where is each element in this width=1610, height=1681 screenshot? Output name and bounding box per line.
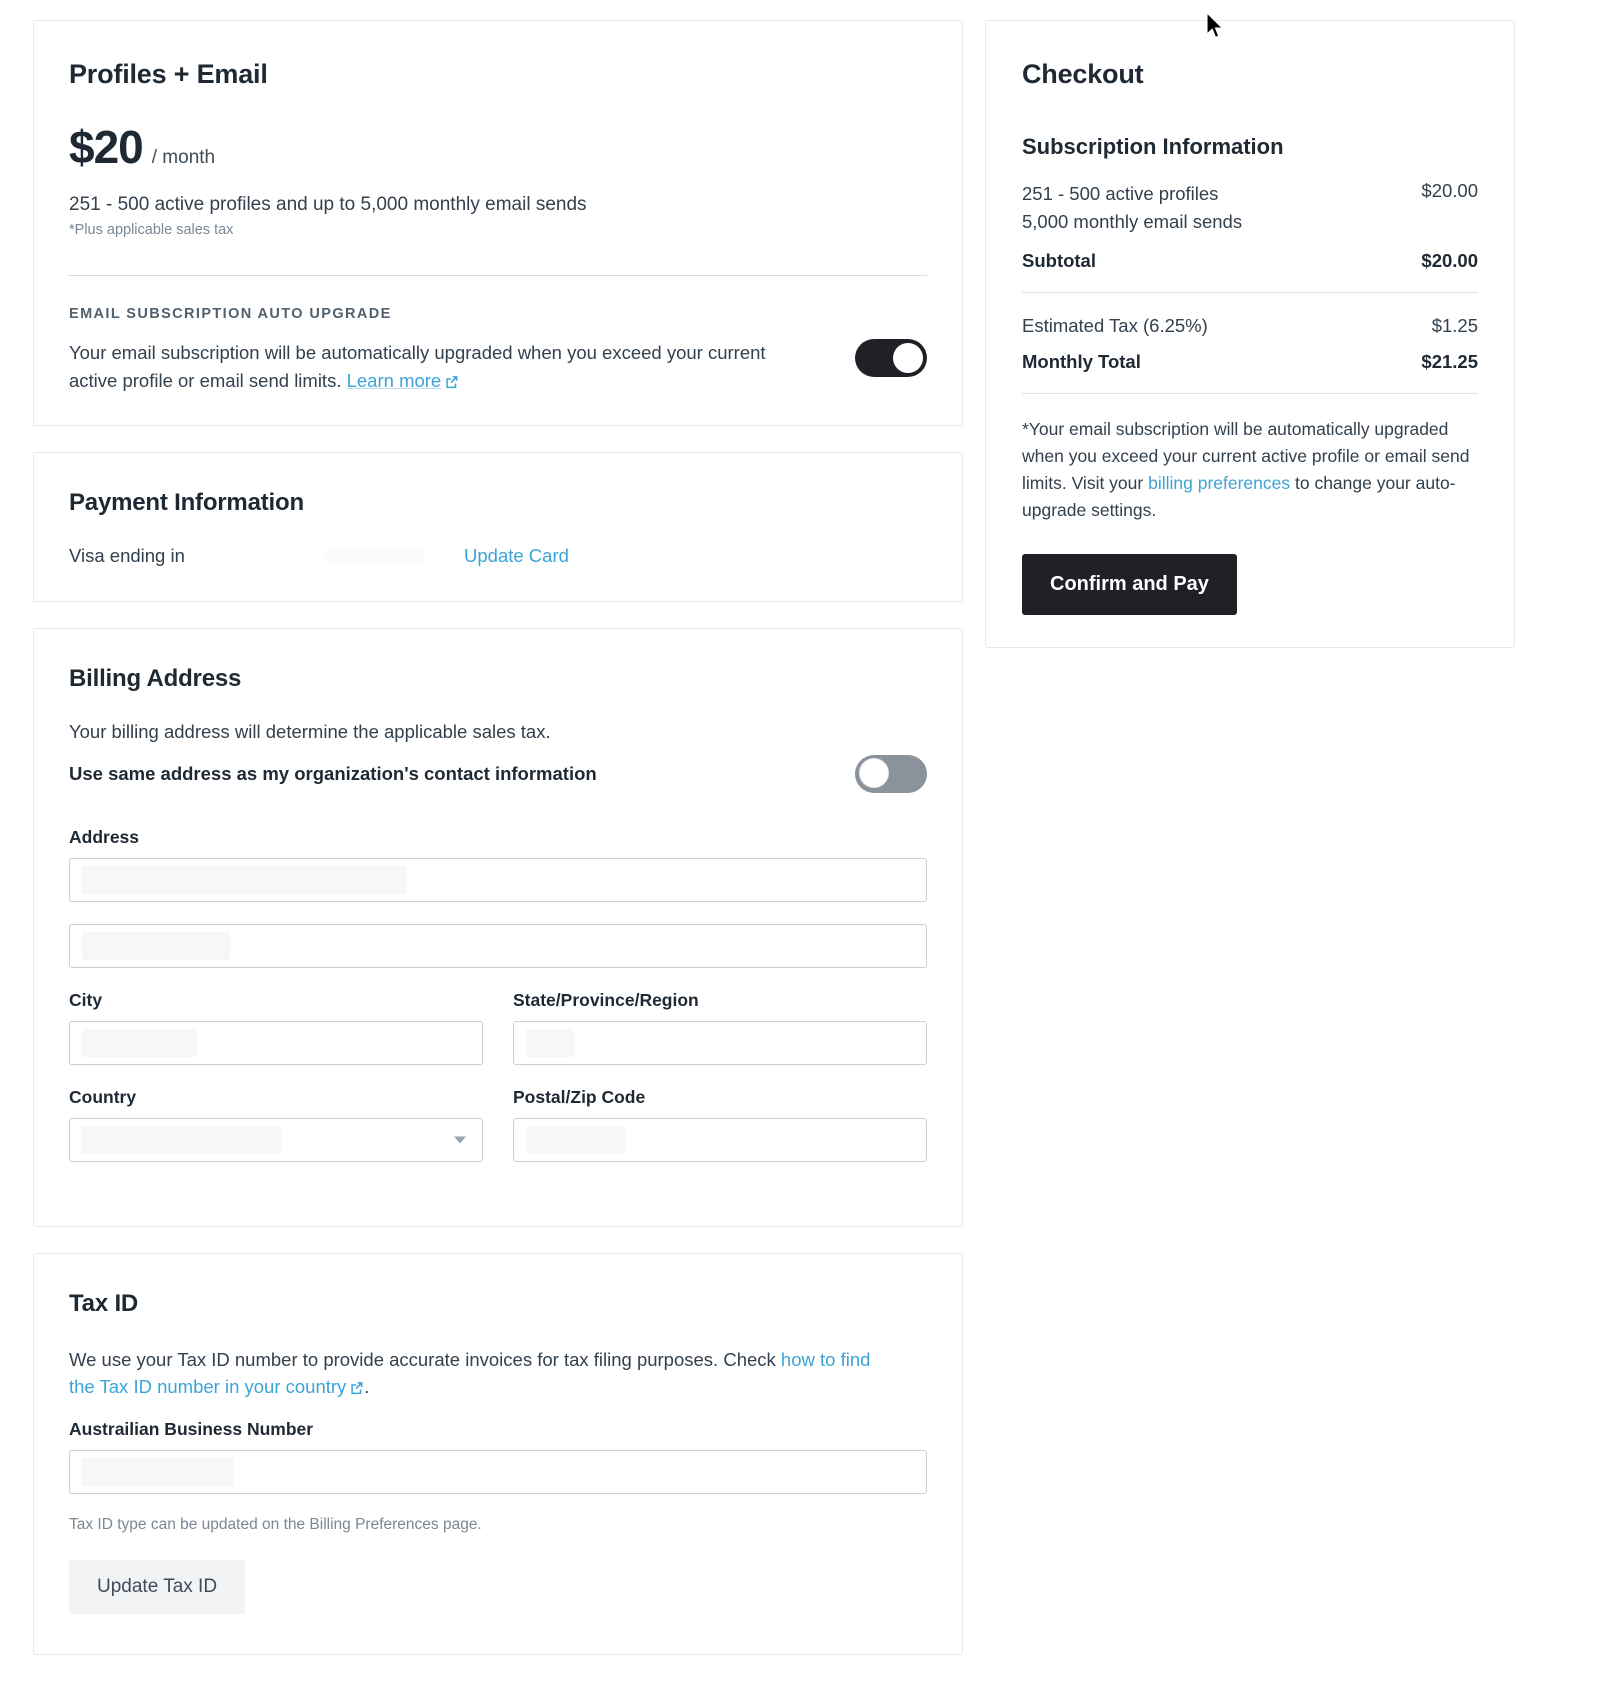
subtotal-amount: $20.00 bbox=[1421, 249, 1478, 271]
auto-upgrade-toggle[interactable] bbox=[855, 339, 927, 377]
estimated-tax-label: Estimated Tax (6.25%) bbox=[1022, 314, 1208, 336]
postal-field-group: Postal/Zip Code bbox=[513, 1087, 927, 1184]
state-input[interactable] bbox=[513, 1020, 927, 1065]
auto-upgrade-toggle-knob bbox=[893, 343, 923, 373]
plan-description: 251 - 500 active profiles and up to 5,00… bbox=[69, 194, 587, 215]
tax-id-title: Tax ID bbox=[69, 1289, 139, 1317]
city-label: City bbox=[69, 989, 103, 1010]
state-field-group: State/Province/Region bbox=[513, 990, 927, 1087]
subscription-line-item-amount: $20.00 bbox=[1421, 180, 1478, 201]
checkout-divider-1 bbox=[1022, 291, 1478, 293]
plan-price-amount: $20 bbox=[69, 121, 144, 173]
same-address-label: Use same address as my organization's co… bbox=[69, 762, 597, 784]
checkout-disclaimer: *Your email subscription will be automat… bbox=[1022, 416, 1478, 525]
postal-value bbox=[526, 1125, 626, 1154]
payment-information-title: Payment Information bbox=[69, 488, 304, 516]
tax-id-card: Tax ID We use your Tax ID number to prov… bbox=[33, 1252, 963, 1655]
city-input[interactable] bbox=[69, 1020, 483, 1065]
external-link-icon bbox=[349, 1375, 364, 1395]
address-line1-value bbox=[82, 865, 407, 894]
tax-id-description-part1: We use your Tax ID number to provide acc… bbox=[69, 1348, 781, 1370]
tax-id-value bbox=[82, 1458, 234, 1486]
auto-upgrade-eyebrow: EMAIL SUBSCRIPTION AUTO UPGRADE bbox=[69, 306, 392, 322]
plan-price-period: / month bbox=[151, 147, 216, 168]
tax-id-input[interactable] bbox=[69, 1450, 927, 1494]
city-value bbox=[82, 1028, 197, 1057]
estimated-tax-amount: $1.25 bbox=[1431, 314, 1478, 336]
plan-price-row: $20 / month bbox=[69, 124, 927, 170]
billing-address-card: Billing Address Your billing address wil… bbox=[33, 627, 963, 1227]
plan-title: Profiles + Email bbox=[69, 59, 268, 89]
learn-more-label: Learn more bbox=[346, 369, 442, 391]
payment-card-label: Visa ending in bbox=[69, 544, 185, 566]
update-tax-id-button[interactable]: Update Tax ID bbox=[69, 1560, 246, 1614]
same-address-row: Use same address as my organization's co… bbox=[69, 754, 927, 793]
update-card-link[interactable]: Update Card bbox=[464, 545, 569, 567]
billing-preferences-link[interactable]: billing preferences bbox=[1148, 473, 1290, 493]
subtotal-label: Subtotal bbox=[1022, 249, 1096, 271]
state-label: State/Province/Region bbox=[513, 989, 699, 1010]
payment-card-last4 bbox=[324, 548, 424, 563]
country-label: Country bbox=[69, 1086, 137, 1107]
plan-summary-card: Profiles + Email $20 / month 251 - 500 a… bbox=[33, 20, 963, 426]
checkout-divider-2 bbox=[1022, 392, 1478, 394]
checkout-page: Profiles + Email $20 / month 251 - 500 a… bbox=[0, 0, 1610, 1681]
tax-id-note: Tax ID type can be updated on the Billin… bbox=[69, 1516, 482, 1533]
auto-upgrade-row: Your email subscription will be automati… bbox=[69, 339, 927, 395]
country-value bbox=[82, 1125, 282, 1154]
checkout-title: Checkout bbox=[1022, 59, 1144, 89]
city-state-row: City State/Province/Region bbox=[69, 990, 927, 1087]
payment-card-row: Visa ending in Update Card bbox=[69, 545, 927, 567]
postal-input[interactable] bbox=[513, 1117, 927, 1162]
auto-upgrade-text: Your email subscription will be automati… bbox=[69, 339, 809, 395]
subscription-line-item-desc-line2: 5,000 monthly email sends bbox=[1022, 210, 1243, 232]
plan-divider bbox=[69, 275, 927, 276]
plan-tax-note: *Plus applicable sales tax bbox=[69, 222, 234, 238]
external-link-icon bbox=[444, 369, 459, 388]
address-line2-input[interactable] bbox=[69, 923, 927, 968]
right-column: Checkout Subscription Information 251 - … bbox=[985, 20, 1515, 674]
postal-label: Postal/Zip Code bbox=[513, 1086, 646, 1107]
estimated-tax-row: Estimated Tax (6.25%) $1.25 bbox=[1022, 315, 1478, 337]
subscription-information-title: Subscription Information bbox=[1022, 134, 1284, 159]
billing-address-title: Billing Address bbox=[69, 664, 242, 692]
state-value bbox=[526, 1028, 574, 1057]
address-line2-value bbox=[82, 931, 230, 960]
monthly-total-amount: $21.25 bbox=[1421, 350, 1478, 372]
learn-more-link[interactable]: Learn more bbox=[347, 370, 442, 391]
chevron-down-icon bbox=[454, 1136, 466, 1143]
checkout-card: Checkout Subscription Information 251 - … bbox=[985, 20, 1515, 648]
confirm-and-pay-button[interactable]: Confirm and Pay bbox=[1022, 554, 1237, 615]
city-field-group: City bbox=[69, 990, 483, 1087]
subtotal-row: Subtotal $20.00 bbox=[1022, 250, 1478, 272]
country-select[interactable] bbox=[69, 1117, 483, 1162]
address-label: Address bbox=[69, 826, 140, 847]
address-line1-input[interactable] bbox=[69, 857, 927, 902]
subscription-line-item: 251 - 500 active profiles 5,000 monthly e… bbox=[1022, 180, 1478, 236]
same-address-toggle-knob bbox=[859, 757, 889, 788]
tax-id-description-part2: . bbox=[364, 1376, 370, 1398]
monthly-total-row: Monthly Total $21.25 bbox=[1022, 351, 1478, 373]
subscription-line-item-desc: 251 - 500 active profiles 5,000 monthly e… bbox=[1022, 180, 1242, 236]
tax-id-description: We use your Tax ID number to provide acc… bbox=[69, 1346, 899, 1402]
tax-id-field-label: Austrailian Business Number bbox=[69, 1419, 314, 1439]
country-postal-row: Country Postal/Zip Code bbox=[69, 1087, 927, 1184]
country-field-group: Country bbox=[69, 1087, 483, 1184]
subscription-line-item-desc-line1: 251 - 500 active profiles bbox=[1022, 183, 1219, 204]
same-address-toggle[interactable] bbox=[855, 754, 927, 793]
monthly-total-label: Monthly Total bbox=[1022, 350, 1141, 372]
left-column: Profiles + Email $20 / month 251 - 500 a… bbox=[33, 20, 963, 1681]
billing-address-description: Your billing address will determine the … bbox=[69, 720, 551, 742]
payment-information-card: Payment Information Visa ending in Updat… bbox=[33, 451, 963, 602]
